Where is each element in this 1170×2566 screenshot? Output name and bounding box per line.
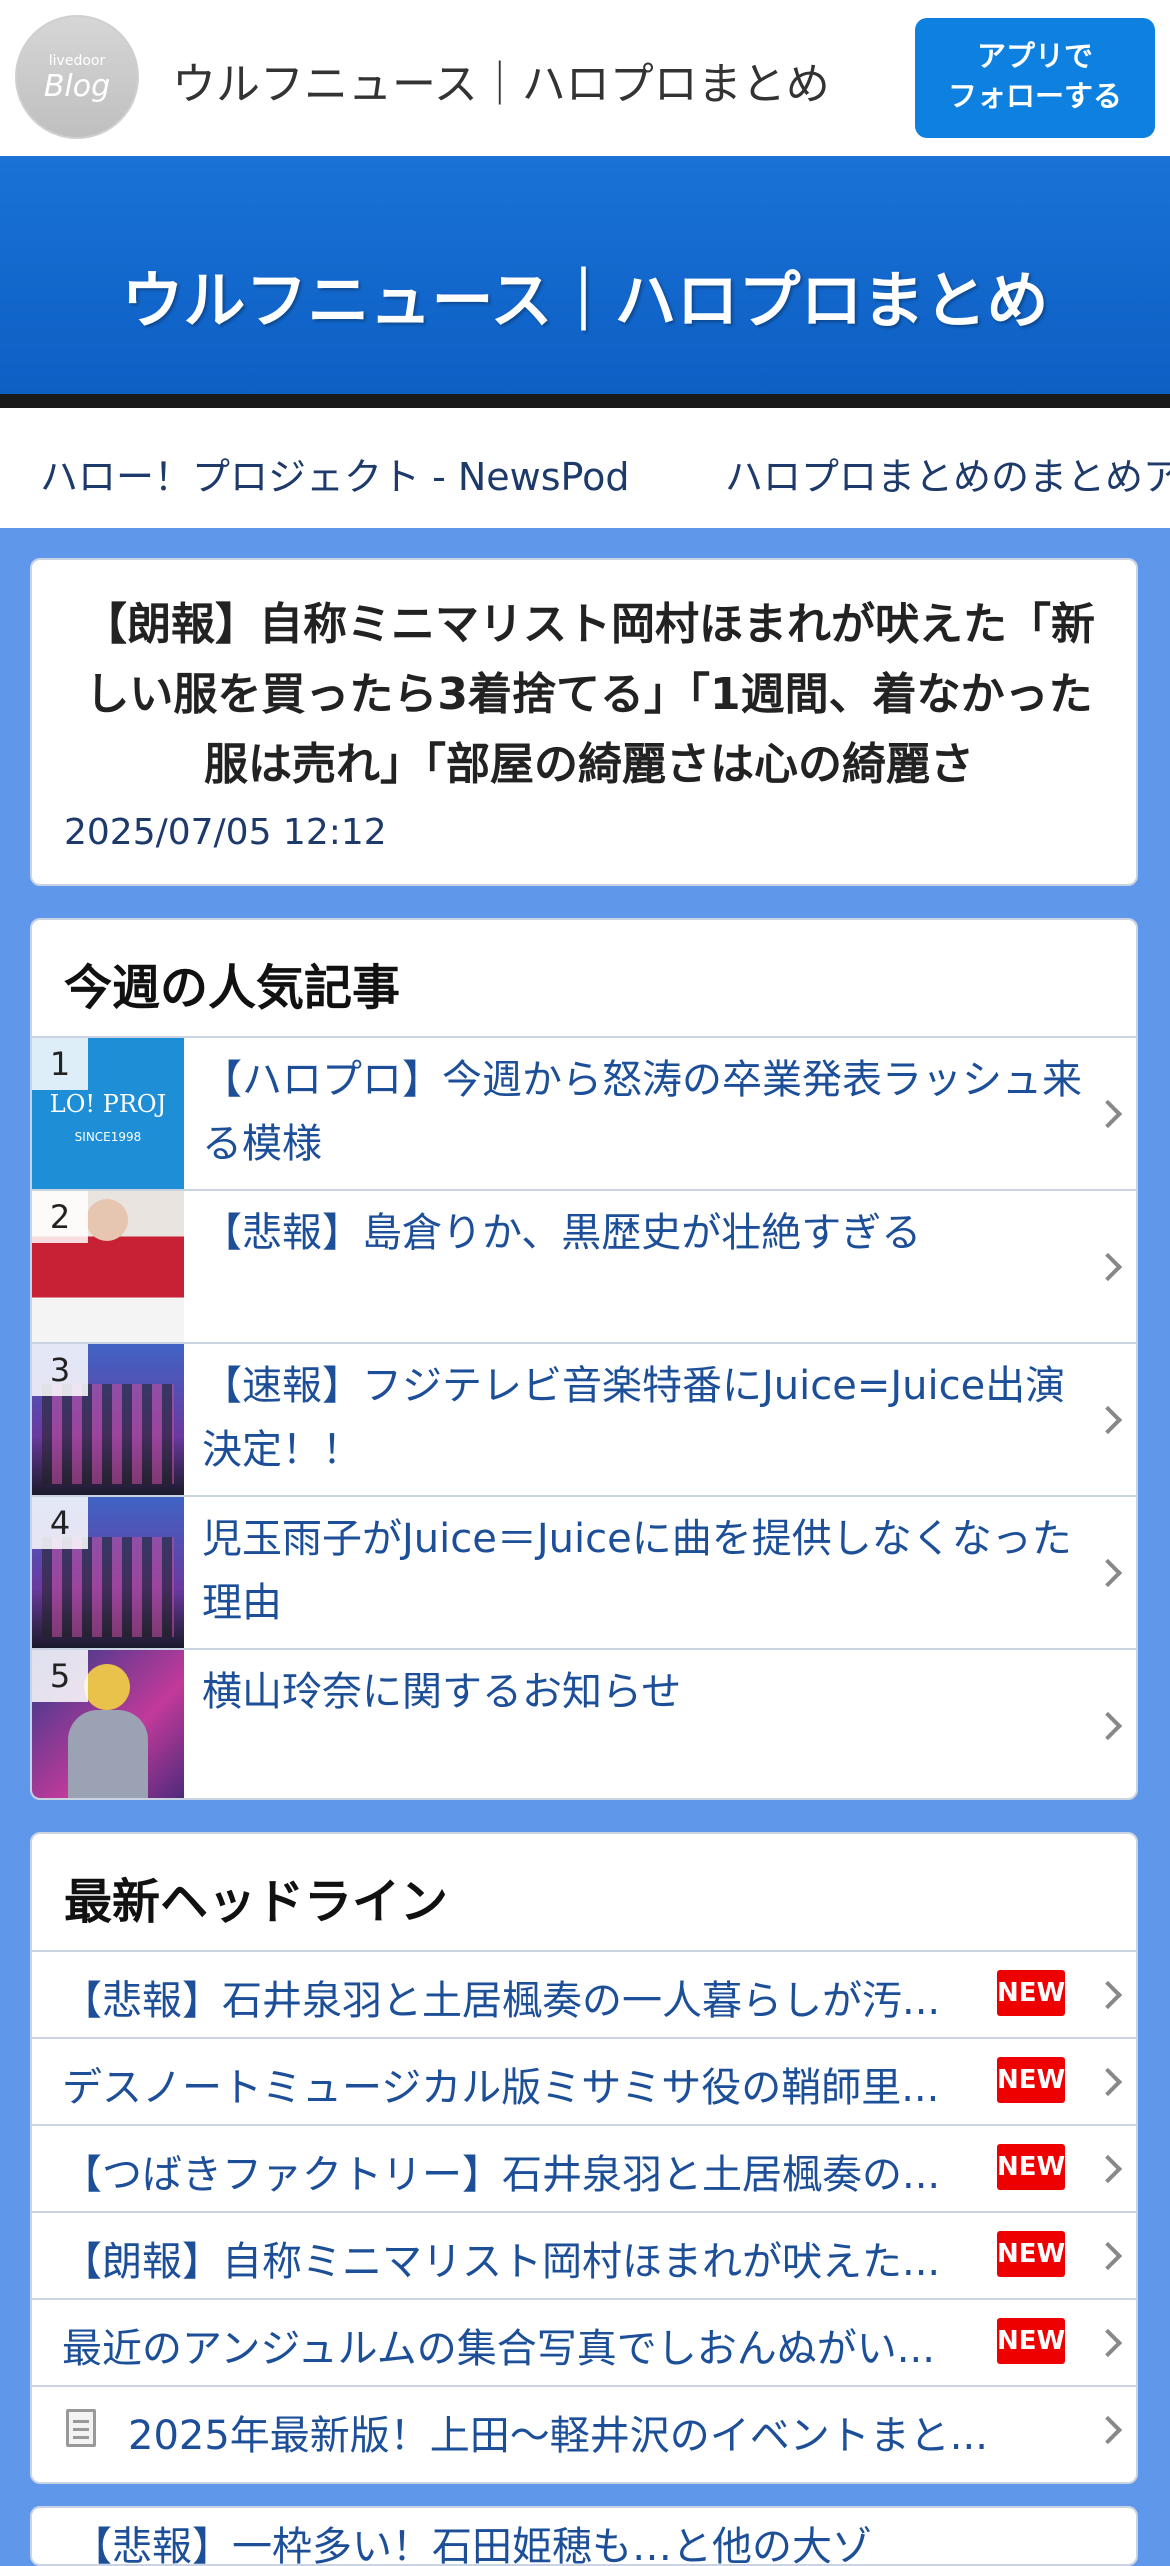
ranking-item[interactable]: LO! PROJ SINCE1998 1 【ハロプロ】今週から怒涛の卒業発表ラッ… bbox=[32, 1036, 1136, 1190]
headline-item[interactable]: デスノートミュージカル版ミサミサ役の鞘師里... NEW bbox=[32, 2037, 1136, 2125]
latest-headlines-card: 最新ヘッドライン 【悲報】石井泉羽と土居楓奏の一人暮らしが汚... NEW デス… bbox=[30, 1832, 1138, 2484]
headline-item[interactable]: 【つばきファクトリー】石井泉羽と土居楓奏の... NEW bbox=[32, 2124, 1136, 2212]
group-photo-shape bbox=[42, 1384, 174, 1484]
ranking-item[interactable]: 4 児玉雨子がJuice＝Juiceに曲を提供しなくなった理由 bbox=[32, 1495, 1136, 1649]
article-title[interactable]: 【朗報】自称ミニマリスト岡村ほまれが吠えた「新しい服を買ったら3着捨てる」「1週… bbox=[64, 590, 1114, 800]
rank-number: 3 bbox=[32, 1344, 88, 1396]
new-badge: NEW bbox=[997, 2318, 1065, 2364]
headline-item[interactable]: 2025年最新版！上田〜軽井沢のイベントまと... bbox=[32, 2385, 1136, 2473]
portrait-head-shape bbox=[84, 1664, 130, 1710]
rank-number: 4 bbox=[32, 1497, 88, 1549]
rank-number: 5 bbox=[32, 1650, 88, 1702]
group-photo-shape bbox=[42, 1537, 174, 1637]
headline-item[interactable]: 【悲報】石井泉羽と土居楓奏の一人暮らしが汚... NEW bbox=[32, 1950, 1136, 2038]
ranking-item-label: 【悲報】島倉りか、黒歴史が壮絶すぎる bbox=[202, 1210, 922, 1256]
livedoor-blog-logo[interactable]: livedoor Blog bbox=[15, 15, 139, 139]
chevron-right-icon bbox=[1093, 1711, 1123, 1741]
nav-strip: ハロー！プロジェクト - NewsPod ハロプロまとめのまとめア bbox=[0, 408, 1170, 528]
chevron-right-icon bbox=[1093, 1252, 1123, 1282]
banner-title: ウルフニュース｜ハロプロまとめ bbox=[121, 264, 1049, 337]
ranking-item-label: 【速報】フジテレビ音楽特番にJuice=Juice出演決定！！ bbox=[202, 1363, 1066, 1473]
rank-number: 2 bbox=[32, 1191, 88, 1243]
portrait-face-shape bbox=[86, 1199, 128, 1241]
chevron-right-icon bbox=[1093, 2328, 1123, 2358]
headline-label: 【悲報】石井泉羽と土居楓奏の一人暮らしが汚... bbox=[62, 1978, 941, 2024]
chevron-right-icon bbox=[1093, 2154, 1123, 2184]
chevron-right-icon bbox=[1093, 2241, 1123, 2271]
logo-big-text: Blog bbox=[43, 69, 111, 104]
headline-label: 【つばきファクトリー】石井泉羽と土居楓奏の... bbox=[62, 2152, 941, 2198]
next-article-card[interactable]: 【悲報】一枠多い！石田姫穂も…と他の大ゾ bbox=[30, 2506, 1138, 2566]
headline-item[interactable]: 最近のアンジュルムの集合写真でしおんぬがい... NEW bbox=[32, 2298, 1136, 2386]
headline-label: デスノートミュージカル版ミサミサ役の鞘師里... bbox=[62, 2065, 940, 2111]
headline-item[interactable]: 【朗報】自称ミニマリスト岡村ほまれが吠えた... NEW bbox=[32, 2211, 1136, 2299]
document-icon bbox=[66, 2409, 96, 2447]
rank-number: 1 bbox=[32, 1038, 88, 1090]
headline-label: 【朗報】自称ミニマリスト岡村ほまれが吠えた... bbox=[62, 2239, 941, 2285]
top-bar: livedoor Blog ウルフニュース｜ハロプロまとめ アプリで フォローす… bbox=[0, 0, 1170, 156]
ranking-item-label: 児玉雨子がJuice＝Juiceに曲を提供しなくなった理由 bbox=[202, 1516, 1072, 1626]
nav-item-matome[interactable]: ハロプロまとめのまとめア bbox=[725, 446, 1170, 501]
chevron-right-icon bbox=[1093, 2415, 1123, 2445]
ranking-item-label: 横山玲奈に関するお知らせ bbox=[202, 1669, 682, 1715]
header-banner[interactable]: ウルフニュース｜ハロプロまとめ bbox=[0, 156, 1170, 394]
thumb-logo-subtext: SINCE1998 bbox=[74, 1130, 142, 1144]
article-card: 【朗報】自称ミニマリスト岡村ほまれが吠えた「新しい服を買ったら3着捨てる」「1週… bbox=[30, 558, 1138, 886]
new-badge: NEW bbox=[997, 2144, 1065, 2190]
headline-label: 最近のアンジュルムの集合写真でしおんぬがい... bbox=[62, 2326, 935, 2372]
new-badge: NEW bbox=[997, 2231, 1065, 2277]
ranking-item[interactable]: 3 【速報】フジテレビ音楽特番にJuice=Juice出演決定！！ bbox=[32, 1342, 1136, 1496]
headline-label: 2025年最新版！上田〜軽井沢のイベントまと... bbox=[128, 2413, 988, 2459]
new-badge: NEW bbox=[997, 1970, 1065, 2016]
chevron-right-icon bbox=[1093, 1558, 1123, 1588]
article-date: 2025/07/05 12:12 bbox=[64, 812, 387, 853]
next-article-label: 【悲報】一枠多い！石田姫穂も…と他の大ゾ bbox=[72, 2524, 872, 2566]
follow-button-line2: フォローする bbox=[947, 79, 1122, 113]
chevron-right-icon bbox=[1093, 1405, 1123, 1435]
banner-divider bbox=[0, 394, 1170, 408]
follow-in-app-button[interactable]: アプリで フォローする bbox=[915, 18, 1155, 138]
new-badge: NEW bbox=[997, 2057, 1065, 2103]
ranking-item-label: 【ハロプロ】今週から怒涛の卒業発表ラッシュ来る模様 bbox=[202, 1057, 1082, 1167]
logo-small-text: livedoor bbox=[48, 53, 106, 69]
popular-articles-card: 今週の人気記事 LO! PROJ SINCE1998 1 【ハロプロ】今週から怒… bbox=[30, 918, 1138, 1800]
nav-item-newspod[interactable]: ハロー！プロジェクト - NewsPod bbox=[40, 446, 629, 501]
section-title-popular: 今週の人気記事 bbox=[64, 960, 401, 1016]
chevron-right-icon bbox=[1093, 2067, 1123, 2097]
thumb-logo-text: LO! PROJ bbox=[49, 1090, 167, 1118]
follow-button-line1: アプリで bbox=[976, 39, 1093, 73]
portrait-body-shape bbox=[68, 1710, 148, 1798]
ranking-item[interactable]: 2 【悲報】島倉りか、黒歴史が壮絶すぎる bbox=[32, 1189, 1136, 1343]
ranking-item[interactable]: 5 横山玲奈に関するお知らせ bbox=[32, 1648, 1136, 1798]
chevron-right-icon bbox=[1093, 1980, 1123, 2010]
chevron-right-icon bbox=[1093, 1099, 1123, 1129]
site-name[interactable]: ウルフニュース｜ハロプロまとめ bbox=[172, 48, 830, 112]
section-title-headlines: 最新ヘッドライン bbox=[64, 1874, 449, 1930]
